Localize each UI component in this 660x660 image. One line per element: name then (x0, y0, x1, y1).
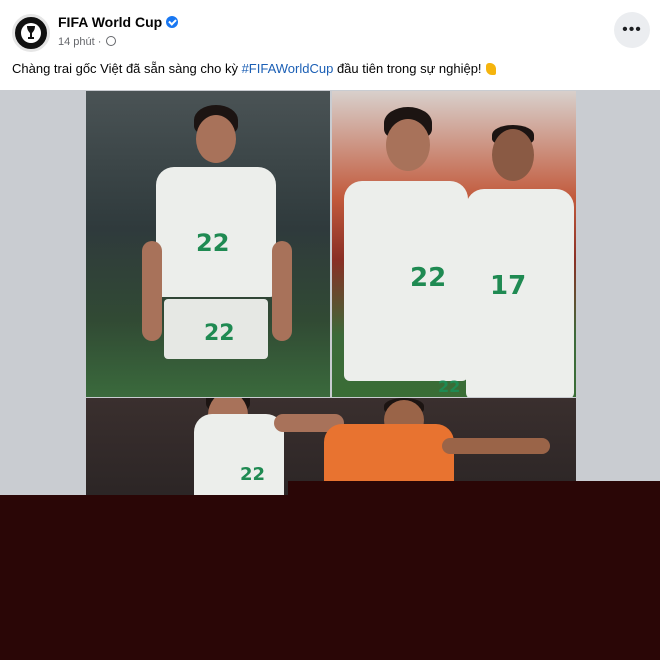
player-arm-left (142, 241, 162, 341)
jersey-number: 22 (410, 263, 447, 293)
fifa-trophy-logo-icon (21, 23, 41, 43)
jersey-number: 17 (490, 271, 527, 301)
caption-text-end: đầu tiên trong sự nghiệp! (333, 61, 482, 76)
page-name-label: FIFA World Cup (58, 14, 163, 30)
player-figure: 22 22 (142, 101, 292, 391)
shorts-number: 22 (204, 321, 235, 346)
jersey-number: 22 (196, 229, 230, 257)
post-caption: Chàng trai gốc Việt đã sẵn sàng cho kỳ #… (12, 61, 496, 76)
jersey-number: 22 (240, 464, 266, 485)
player-arm-right (272, 241, 292, 341)
post-header: FIFA World Cup 14 phút · ••• Chàng trai … (0, 0, 660, 90)
shorts-number: 22 (438, 377, 461, 396)
photo-player-portrait[interactable]: 22 22 (86, 91, 330, 397)
verified-badge-icon (166, 16, 179, 28)
player-arm (442, 438, 550, 454)
player-jersey (344, 181, 468, 381)
post-time[interactable]: 14 phút (58, 36, 95, 48)
page-name[interactable]: FIFA World Cup (58, 14, 179, 30)
photo-players-celebrating[interactable]: 22 17 22 (332, 91, 576, 397)
globe-icon (106, 36, 117, 46)
player-figure-left: 22 (340, 101, 470, 397)
flexed-biceps-emoji-icon (485, 63, 496, 75)
caption-text: Chàng trai gốc Việt đã sẵn sàng cho kỳ (12, 61, 242, 76)
page-avatar[interactable] (12, 14, 50, 52)
hashtag-link[interactable]: #FIFAWorldCup (242, 61, 334, 76)
dark-overlay-bottom (0, 495, 660, 660)
player-head (492, 129, 534, 181)
player-head (196, 115, 236, 163)
player-figure-right: 17 (462, 121, 576, 397)
more-options-label: ••• (622, 21, 642, 38)
player-head (386, 119, 430, 171)
more-options-button[interactable]: ••• (614, 12, 650, 48)
post-meta: 14 phút · (58, 36, 117, 48)
